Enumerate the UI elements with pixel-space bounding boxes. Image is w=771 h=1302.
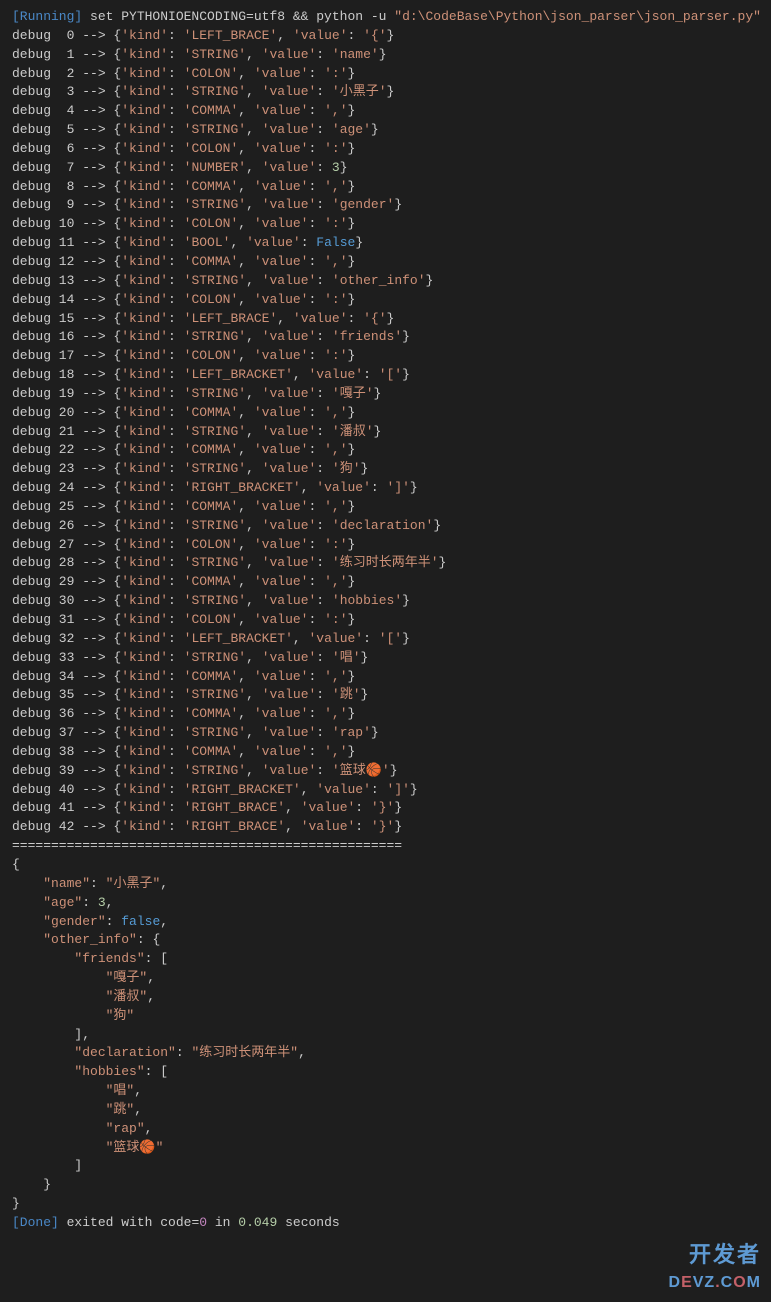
output-line: { bbox=[12, 856, 759, 875]
output-line: debug 21 --> {'kind': 'STRING', 'value':… bbox=[12, 423, 759, 442]
output-line: debug 25 --> {'kind': 'COMMA', 'value': … bbox=[12, 498, 759, 517]
output-line: debug 42 --> {'kind': 'RIGHT_BRACE', 'va… bbox=[12, 818, 759, 837]
output-line: debug 35 --> {'kind': 'STRING', 'value':… bbox=[12, 686, 759, 705]
output-line: debug 39 --> {'kind': 'STRING', 'value':… bbox=[12, 762, 759, 781]
output-line: debug 12 --> {'kind': 'COMMA', 'value': … bbox=[12, 253, 759, 272]
output-line: debug 37 --> {'kind': 'STRING', 'value':… bbox=[12, 724, 759, 743]
output-line: debug 10 --> {'kind': 'COLON', 'value': … bbox=[12, 215, 759, 234]
output-line: debug 23 --> {'kind': 'STRING', 'value':… bbox=[12, 460, 759, 479]
output-line: debug 5 --> {'kind': 'STRING', 'value': … bbox=[12, 121, 759, 140]
output-line: "rap", bbox=[12, 1120, 759, 1139]
output-line: ========================================… bbox=[12, 837, 759, 856]
output-line: debug 15 --> {'kind': 'LEFT_BRACE', 'val… bbox=[12, 310, 759, 329]
output-line: debug 20 --> {'kind': 'COMMA', 'value': … bbox=[12, 404, 759, 423]
watermark-cn: 开发者 bbox=[669, 1239, 761, 1271]
output-line: [Running] set PYTHONIOENCODING=utf8 && p… bbox=[12, 8, 759, 27]
output-line: debug 38 --> {'kind': 'COMMA', 'value': … bbox=[12, 743, 759, 762]
output-line: debug 0 --> {'kind': 'LEFT_BRACE', 'valu… bbox=[12, 27, 759, 46]
terminal-output[interactable]: [Running] set PYTHONIOENCODING=utf8 && p… bbox=[12, 8, 759, 1233]
output-line: debug 4 --> {'kind': 'COMMA', 'value': '… bbox=[12, 102, 759, 121]
output-line: debug 8 --> {'kind': 'COMMA', 'value': '… bbox=[12, 178, 759, 197]
output-line: debug 2 --> {'kind': 'COLON', 'value': '… bbox=[12, 65, 759, 84]
output-line: debug 18 --> {'kind': 'LEFT_BRACKET', 'v… bbox=[12, 366, 759, 385]
output-line: debug 3 --> {'kind': 'STRING', 'value': … bbox=[12, 83, 759, 102]
output-line: debug 28 --> {'kind': 'STRING', 'value':… bbox=[12, 554, 759, 573]
output-line: "嘎子", bbox=[12, 969, 759, 988]
output-line: debug 14 --> {'kind': 'COLON', 'value': … bbox=[12, 291, 759, 310]
output-line: "declaration": "练习时长两年半", bbox=[12, 1044, 759, 1063]
output-line: debug 31 --> {'kind': 'COLON', 'value': … bbox=[12, 611, 759, 630]
output-line: } bbox=[12, 1176, 759, 1195]
output-line: debug 24 --> {'kind': 'RIGHT_BRACKET', '… bbox=[12, 479, 759, 498]
output-line: debug 36 --> {'kind': 'COMMA', 'value': … bbox=[12, 705, 759, 724]
output-line: "唱", bbox=[12, 1082, 759, 1101]
output-line: "age": 3, bbox=[12, 894, 759, 913]
output-line: debug 27 --> {'kind': 'COLON', 'value': … bbox=[12, 536, 759, 555]
output-line: debug 11 --> {'kind': 'BOOL', 'value': F… bbox=[12, 234, 759, 253]
output-line: debug 32 --> {'kind': 'LEFT_BRACKET', 'v… bbox=[12, 630, 759, 649]
output-line: debug 7 --> {'kind': 'NUMBER', 'value': … bbox=[12, 159, 759, 178]
output-line: debug 30 --> {'kind': 'STRING', 'value':… bbox=[12, 592, 759, 611]
output-line: debug 26 --> {'kind': 'STRING', 'value':… bbox=[12, 517, 759, 536]
output-line: debug 40 --> {'kind': 'RIGHT_BRACKET', '… bbox=[12, 781, 759, 800]
output-line: "潘叔", bbox=[12, 988, 759, 1007]
output-line: debug 41 --> {'kind': 'RIGHT_BRACE', 'va… bbox=[12, 799, 759, 818]
output-line: ], bbox=[12, 1026, 759, 1045]
output-line: "hobbies": [ bbox=[12, 1063, 759, 1082]
output-line: debug 29 --> {'kind': 'COMMA', 'value': … bbox=[12, 573, 759, 592]
output-line: debug 13 --> {'kind': 'STRING', 'value':… bbox=[12, 272, 759, 291]
output-line: debug 34 --> {'kind': 'COMMA', 'value': … bbox=[12, 668, 759, 687]
output-line: "篮球🏀" bbox=[12, 1139, 759, 1158]
output-line: "name": "小黑子", bbox=[12, 875, 759, 894]
output-line: debug 33 --> {'kind': 'STRING', 'value':… bbox=[12, 649, 759, 668]
output-line: debug 9 --> {'kind': 'STRING', 'value': … bbox=[12, 196, 759, 215]
output-line: "gender": false, bbox=[12, 913, 759, 932]
output-line: [Done] exited with code=0 in 0.049 secon… bbox=[12, 1214, 759, 1233]
output-line: debug 1 --> {'kind': 'STRING', 'value': … bbox=[12, 46, 759, 65]
output-line: } bbox=[12, 1195, 759, 1214]
watermark: 开发者 DEVZ.COM bbox=[669, 1239, 761, 1294]
output-line: "跳", bbox=[12, 1101, 759, 1120]
output-line: ] bbox=[12, 1157, 759, 1176]
output-line: debug 22 --> {'kind': 'COMMA', 'value': … bbox=[12, 441, 759, 460]
output-line: "other_info": { bbox=[12, 931, 759, 950]
output-line: debug 16 --> {'kind': 'STRING', 'value':… bbox=[12, 328, 759, 347]
output-line: "friends": [ bbox=[12, 950, 759, 969]
output-line: debug 6 --> {'kind': 'COLON', 'value': '… bbox=[12, 140, 759, 159]
watermark-en: DEVZ.COM bbox=[669, 1271, 761, 1294]
output-line: debug 17 --> {'kind': 'COLON', 'value': … bbox=[12, 347, 759, 366]
output-line: "狗" bbox=[12, 1007, 759, 1026]
output-line: debug 19 --> {'kind': 'STRING', 'value':… bbox=[12, 385, 759, 404]
